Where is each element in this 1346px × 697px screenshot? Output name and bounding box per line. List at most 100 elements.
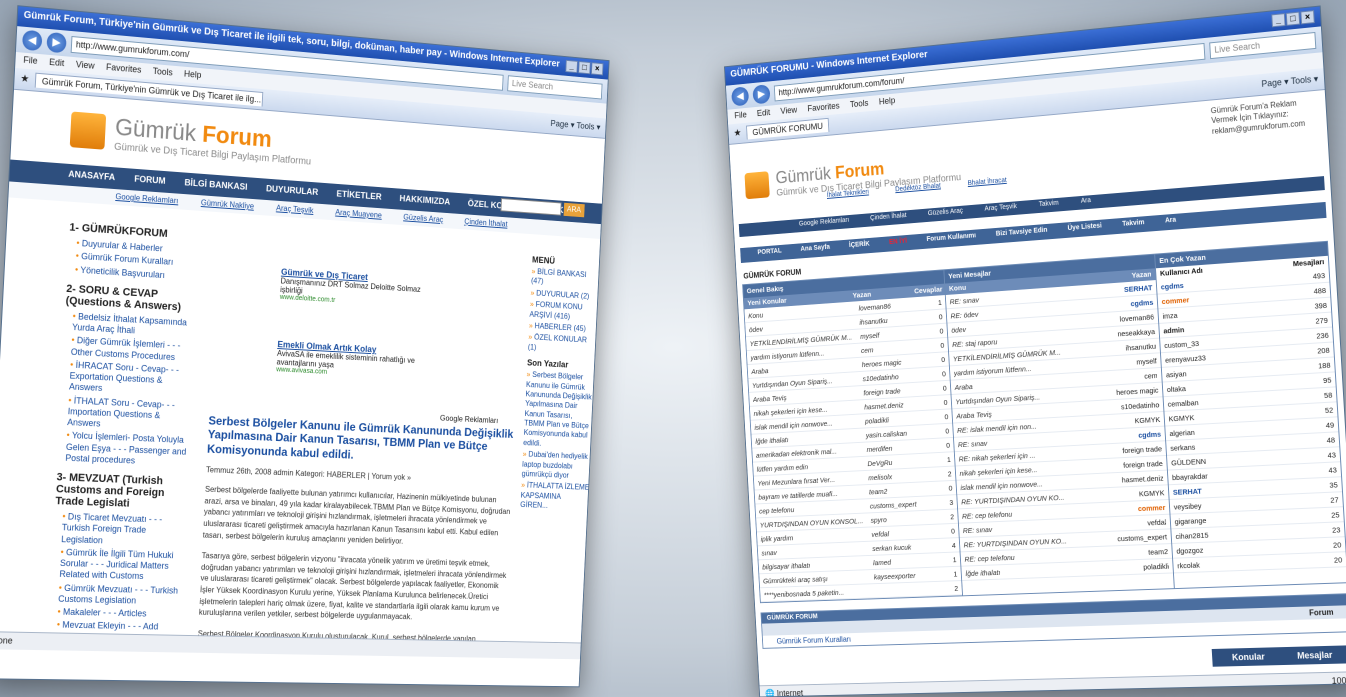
close-icon[interactable]: × (590, 62, 604, 76)
message-author[interactable]: foreign trade (1122, 441, 1162, 457)
menu-item[interactable]: View (76, 59, 95, 70)
message-author[interactable]: cem (1144, 368, 1158, 382)
category-link[interactable]: FORUM KONU ARŞİVİ (416) (529, 300, 599, 324)
nav-item[interactable]: Üye Listesi (1067, 223, 1102, 235)
message-author[interactable]: SERHAT (1124, 280, 1153, 296)
subnav-link[interactable]: Güzelis Araç (403, 213, 443, 225)
sidebar-link[interactable]: Gümrük Mevzuatı - - - Turkish Customs Le… (58, 582, 185, 607)
close-icon[interactable]: × (1300, 10, 1315, 25)
message-author[interactable]: KGMYK (1134, 412, 1160, 427)
top-link[interactable]: Bhalat İhracat (967, 177, 1006, 187)
recent-post-link[interactable]: İTHALATTA İZLEME KAPSAMINA GİREN... (520, 481, 590, 513)
zoom-level[interactable]: 100% (1331, 675, 1346, 687)
poster-count: 279 (1315, 315, 1329, 326)
nav-item[interactable]: Takvim (1039, 200, 1060, 211)
nav-item[interactable]: DUYURULAR (266, 183, 319, 198)
forward-icon[interactable]: ▶ (46, 31, 67, 54)
topic-author[interactable] (874, 582, 937, 597)
favorites-star-icon[interactable]: ★ (733, 128, 741, 139)
subnav-link[interactable]: Çinden İthalat (464, 217, 508, 229)
message-author[interactable]: s10edatinho (1121, 397, 1160, 413)
nav-item[interactable]: Ana Sayfa (800, 244, 830, 256)
message-author[interactable]: neseakkaya (1117, 324, 1155, 340)
sidebar-link[interactable]: Yolcu İşlemleri- Posta Yoluyla Gelen Eşy… (65, 430, 193, 468)
left-toolbar-commands[interactable]: Page ▾ Tools ▾ (550, 118, 600, 132)
sidebar-link[interactable]: Dış Ticaret Mevzuatı - - - Turkish Forei… (61, 511, 189, 548)
sidebar-link[interactable]: İHRACAT Soru - Cevap- - - Exportation Qu… (69, 359, 196, 398)
nav-item[interactable]: İÇERİK (849, 241, 870, 252)
message-author[interactable]: cgdms (1138, 427, 1162, 442)
nav-item[interactable]: Güzelis Araç (928, 208, 964, 220)
forward-icon[interactable]: ▶ (752, 84, 771, 105)
message-author[interactable]: foreign trade (1123, 456, 1163, 472)
menu-item[interactable]: Help (184, 69, 202, 80)
sidebar-link[interactable]: Makaleler - - - Articles (57, 607, 184, 621)
category-link[interactable]: BİLGİ BANKASI (47) (531, 267, 600, 291)
right-toolbar-commands[interactable]: Page ▾ Tools ▾ (1261, 74, 1318, 90)
nav-item[interactable]: PORTAL (757, 248, 782, 259)
favorites-star-icon[interactable]: ★ (20, 73, 29, 85)
menu-item[interactable]: Favorites (106, 62, 142, 75)
menu-item[interactable]: File (734, 110, 747, 120)
nav-item[interactable]: Google Reklamları (799, 217, 850, 230)
subnav-link[interactable]: Google Reklamları (115, 192, 178, 206)
topic-link[interactable]: ****yenibosnada 5 paketin... (763, 584, 875, 601)
menu-item[interactable]: Edit (757, 107, 771, 118)
sidebar-link[interactable]: İTHALAT Soru - Cevap- - - Importation Qu… (67, 395, 195, 434)
menu-item[interactable]: Edit (49, 57, 65, 68)
menu-item[interactable]: Tools (153, 66, 173, 78)
message-author[interactable]: commer (1137, 500, 1166, 515)
message-author[interactable]: ihsanutku (1125, 339, 1156, 355)
topic-author[interactable]: kayseexporter (873, 568, 936, 584)
minimize-icon[interactable]: _ (565, 59, 578, 74)
message-author[interactable]: myself (1136, 354, 1157, 369)
message-author[interactable]: KGMYK (1139, 485, 1165, 500)
message-author[interactable]: loveman86 (1119, 310, 1154, 326)
message-author[interactable]: customs_expert (1117, 530, 1167, 546)
menu-item[interactable]: Help (879, 95, 896, 106)
topic-author[interactable]: serkan kucuk (872, 539, 935, 555)
maximize-icon[interactable]: □ (578, 61, 591, 75)
message-author[interactable]: cgdms (1130, 295, 1153, 310)
advertise-notice[interactable]: Gümrük Forum'a Reklam Vermek İçin Tıklayı… (1211, 98, 1306, 137)
subnav-link[interactable]: Araç Muayene (335, 208, 382, 221)
menu-item[interactable]: Tools (850, 98, 869, 109)
back-icon[interactable]: ◀ (21, 29, 43, 52)
topic-author[interactable]: lamed (873, 553, 936, 569)
maximize-icon[interactable]: □ (1285, 11, 1301, 26)
nav-item[interactable]: Bizi Tavsiye Edin (996, 227, 1048, 241)
message-author[interactable]: poladikli (1143, 559, 1169, 574)
subnav-link[interactable]: Araç Teşvik (276, 204, 314, 216)
message-author[interactable]: hasmet.deniz (1121, 471, 1164, 487)
menu-item[interactable]: Favorites (807, 101, 840, 113)
nav-item[interactable]: Forum Kullanımı (926, 232, 976, 245)
sidebar-heading: 2- SORU & CEVAP (Questions & Answers) (65, 282, 182, 314)
message-author[interactable]: heroes magic (1116, 383, 1159, 399)
minimize-icon[interactable]: _ (1271, 13, 1286, 28)
nav-item[interactable]: BİLGİ BANKASI (184, 177, 248, 193)
recent-post-link[interactable]: Serbest Bölgeler Kanunu ile Gümrük Kanun… (523, 370, 595, 451)
nav-item[interactable]: ANASAYFA (68, 169, 115, 184)
category-link[interactable]: ÖZEL KONULAR (1) (528, 333, 598, 356)
nav-item[interactable]: EN İYİ (889, 238, 907, 249)
recent-post-link[interactable]: Dubai'den hediyelik laptop buzdolabı güm… (521, 450, 591, 482)
nav-item[interactable]: FORUM (134, 174, 166, 188)
nav-item[interactable]: Çinden İhalat (870, 212, 907, 224)
message-author[interactable]: team2 (1148, 544, 1168, 558)
back-icon[interactable]: ◀ (731, 86, 750, 107)
nav-item[interactable]: HAKKIMIZDA (399, 193, 450, 208)
nav-item[interactable]: Ara (1165, 217, 1177, 228)
nav-item[interactable]: Takvim (1122, 219, 1145, 230)
site-search-button[interactable]: ARA (563, 202, 585, 218)
topic-author[interactable]: spyro (870, 511, 933, 527)
reply-count: 1 (953, 569, 958, 579)
nav-item[interactable]: Araç Teşvik (984, 203, 1017, 215)
message-author[interactable]: vefdal (1147, 515, 1167, 529)
menu-item[interactable]: View (780, 105, 797, 116)
nav-item[interactable]: Ara (1081, 197, 1092, 207)
menu-item[interactable]: File (23, 55, 38, 66)
nav-item[interactable]: ETİKETLER (336, 189, 382, 204)
sidebar-link[interactable]: Gümrük İle İlgili Tüm Hukuki Sorular - -… (59, 547, 187, 584)
topic-author[interactable]: vefdal (871, 525, 934, 541)
subnav-link[interactable]: Gümrük Nakliye (201, 198, 254, 211)
